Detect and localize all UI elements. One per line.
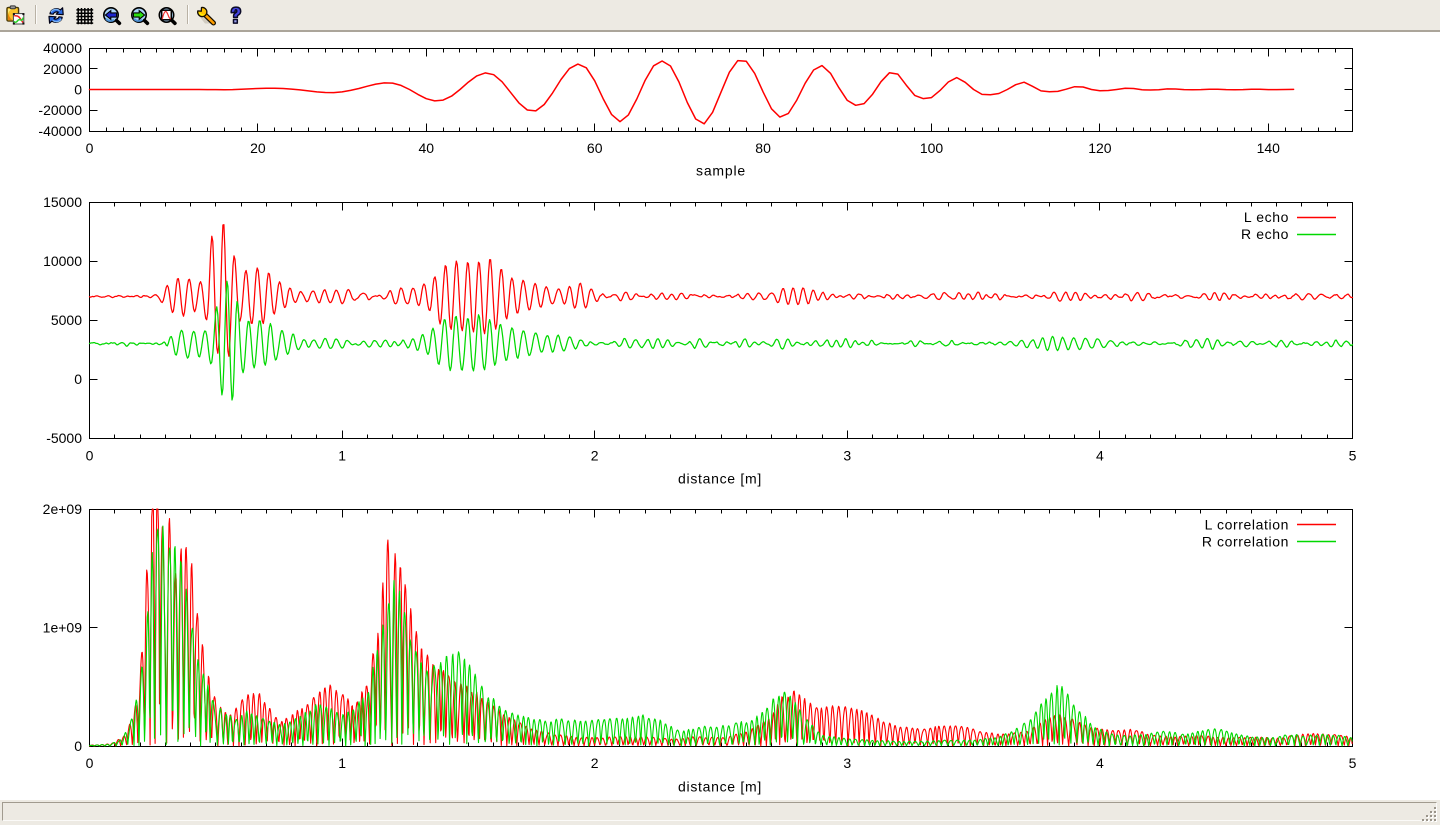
svg-text:0: 0 <box>86 755 94 771</box>
svg-text:0: 0 <box>86 448 94 464</box>
svg-text:-20000: -20000 <box>38 102 82 118</box>
svg-text:15000: 15000 <box>43 194 82 210</box>
svg-text:40000: 40000 <box>43 40 82 56</box>
svg-text:0: 0 <box>74 738 82 754</box>
svg-text:1: 1 <box>338 448 346 464</box>
svg-text:L echo: L echo <box>1244 209 1289 225</box>
svg-text:3: 3 <box>843 448 851 464</box>
svg-text:80: 80 <box>755 140 771 156</box>
svg-text:distance [m]: distance [m] <box>678 779 762 795</box>
svg-text:10000: 10000 <box>43 253 82 269</box>
svg-text:distance [m]: distance [m] <box>678 471 762 487</box>
svg-text:0: 0 <box>74 371 82 387</box>
svg-text:3: 3 <box>843 755 851 771</box>
svg-text:0: 0 <box>74 82 82 98</box>
svg-text:20000: 20000 <box>43 61 82 77</box>
svg-text:2: 2 <box>591 755 599 771</box>
svg-text:5000: 5000 <box>51 312 82 328</box>
svg-text:-5000: -5000 <box>46 430 82 446</box>
svg-text:4: 4 <box>1096 755 1104 771</box>
svg-text:40: 40 <box>419 140 435 156</box>
svg-text:L correlation: L correlation <box>1205 517 1289 533</box>
svg-text:1: 1 <box>338 755 346 771</box>
svg-text:R correlation: R correlation <box>1202 534 1289 550</box>
svg-text:0: 0 <box>86 140 94 156</box>
svg-text:20: 20 <box>250 140 266 156</box>
svg-text:-40000: -40000 <box>38 123 82 139</box>
svg-text:5: 5 <box>1349 755 1357 771</box>
svg-text:4: 4 <box>1096 448 1104 464</box>
svg-text:60: 60 <box>587 140 603 156</box>
svg-text:100: 100 <box>920 140 944 156</box>
svg-text:R echo: R echo <box>1241 226 1289 242</box>
svg-text:1e+09: 1e+09 <box>43 620 83 636</box>
svg-text:140: 140 <box>1257 140 1281 156</box>
svg-text:5: 5 <box>1349 448 1357 464</box>
svg-text:2e+09: 2e+09 <box>43 501 83 517</box>
svg-text:120: 120 <box>1088 140 1112 156</box>
svg-text:sample: sample <box>696 163 746 179</box>
svg-text:2: 2 <box>591 448 599 464</box>
